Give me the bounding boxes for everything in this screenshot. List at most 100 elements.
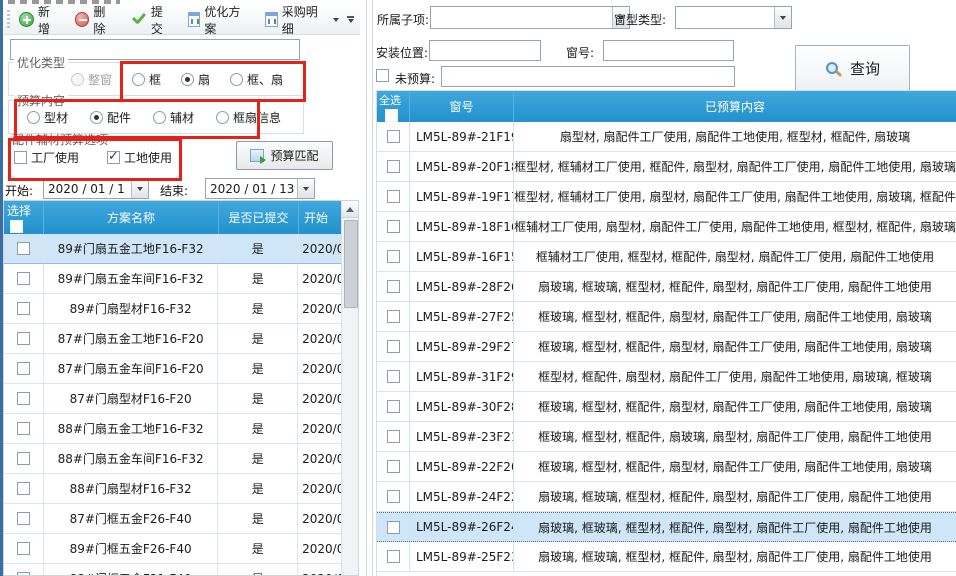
row-select-cell[interactable] [4,474,44,503]
no-budget-input[interactable] [441,66,735,87]
row-select-cell[interactable] [377,122,410,151]
table-row[interactable]: LM5L-89#-30F28框玻璃, 框型材, 框配件, 扇型材, 扇配件工厂使… [377,392,956,422]
plan-table-scrollbar[interactable] [341,201,358,575]
checkbox-icon[interactable] [17,362,30,375]
table-row[interactable]: LM5L-89#-26F24扇玻璃, 框玻璃, 框型材, 框配件, 扇型材, 扇… [377,512,956,542]
row-select-cell[interactable] [377,542,410,571]
checkbox-icon[interactable] [387,310,400,323]
row-select-cell[interactable] [4,444,44,473]
table-row[interactable]: LM5L-89#-24F22扇玻璃, 框玻璃, 框型材, 框配件, 扇型材, 扇… [377,482,956,512]
table-row[interactable]: 89#门扇型材F16-F32是2020/0 [4,294,341,324]
row-select-cell[interactable] [377,152,410,181]
radio-icon[interactable] [132,73,145,86]
radio-icon[interactable] [71,73,84,86]
plan-header-select[interactable]: 选择 [4,201,44,234]
table-row[interactable]: 89#门扇五金工地F16-F32是2020/0 [4,234,341,264]
row-select-cell[interactable] [377,482,410,511]
row-select-cell[interactable] [4,504,44,533]
table-row[interactable]: 87#门扇型材F16-F20是2020/0 [4,384,341,414]
row-select-cell[interactable] [377,422,410,451]
row-select-cell[interactable] [377,332,410,361]
no-budget-checkbox[interactable] [376,69,389,82]
table-row[interactable]: LM5L-89#-19F17框型材, 框辅材工厂使用, 扇型材, 扇配件工厂使用… [377,182,956,212]
checkbox-icon[interactable] [387,160,400,173]
table-row[interactable]: 87#门扇五金车间F16-F20是2020/0 [4,354,341,384]
date-start-dropdown-button[interactable] [131,179,148,198]
scrollbar-thumb[interactable] [344,220,358,308]
table-row[interactable]: LM5L-89#-25F23扇玻璃, 框玻璃, 框型材, 框配件, 扇型材, 扇… [377,542,956,572]
accessory-option-0[interactable]: 工厂使用 [14,149,79,166]
window-header-win-no[interactable]: 窗号 [410,91,514,122]
budget-content-option-3[interactable]: 框扇信息 [216,109,281,126]
optimize-type-option-1[interactable]: 框 [132,71,161,88]
table-row[interactable]: 88#门框五金F21-F40是2020/0 [4,564,341,575]
optimize-type-option-0[interactable]: 整窗 [71,71,112,88]
checkbox-icon[interactable] [17,332,30,345]
optimize-type-option-3[interactable]: 框、扇 [230,71,283,88]
checkbox-icon[interactable] [17,482,30,495]
row-select-cell[interactable] [4,384,44,413]
budget-content-option-2[interactable]: 辅材 [153,109,194,126]
radio-icon[interactable] [230,73,243,86]
table-row[interactable]: 89#门框五金F26-F40是2020/0 [4,534,341,564]
row-select-cell[interactable] [377,182,410,211]
checkbox-icon[interactable] [17,392,30,405]
table-row[interactable]: LM5L-89#-31F29框型材, 框配件, 扇型材, 扇配件工厂使用, 扇配… [377,362,956,392]
checkbox-icon[interactable] [387,130,400,143]
checkbox-icon[interactable] [17,302,30,315]
table-row[interactable]: 87#门框五金F26-F40是2020/0 [4,504,341,534]
plan-header-name[interactable]: 方案名称 [44,201,219,234]
table-row[interactable]: LM5L-89#-18F16框辅材工厂使用, 扇型材, 扇配件工厂使用, 扇配件… [377,212,956,242]
query-button[interactable]: 查询 [795,45,910,92]
select-all-checkbox[interactable] [10,220,23,233]
checkbox-icon[interactable] [387,460,400,473]
radio-icon[interactable] [181,73,194,86]
checkbox-icon[interactable] [17,452,30,465]
install-position-input[interactable] [429,40,541,61]
row-select-cell[interactable] [377,513,410,541]
table-row[interactable]: 87#门扇五金工地F16-F20是2020/0 [4,324,341,354]
select-all-checkbox[interactable] [385,109,398,122]
window-type-dropdown-button[interactable] [774,7,791,28]
radio-icon[interactable] [153,111,166,124]
toolbar-button-add[interactable]: 新增 [14,0,67,40]
optimize-type-option-2[interactable]: 扇 [181,71,210,88]
table-row[interactable]: LM5L-89#-23F21框玻璃, 框型材, 框配件, 扇玻璃, 扇型材, 扇… [377,422,956,452]
row-select-cell[interactable] [377,452,410,481]
row-select-cell[interactable] [377,362,410,391]
checkbox-icon[interactable] [387,340,400,353]
radio-icon[interactable] [90,111,103,124]
window-header-select-all[interactable]: 全选 [377,91,410,122]
table-row[interactable]: 88#门扇型材F16-F32是2020/0 [4,474,341,504]
row-select-cell[interactable] [4,414,44,443]
toolbar-button-delete[interactable]: 删除 [70,0,123,40]
row-select-cell[interactable] [4,234,44,263]
budget-content-option-1[interactable]: 配件 [90,109,131,126]
row-select-cell[interactable] [4,324,44,353]
window-type-combo[interactable] [675,6,792,29]
plan-header-start[interactable]: 开始 [299,201,342,234]
table-row[interactable]: 88#门扇五金工地F16-F32是2020/0 [4,414,341,444]
checkbox-icon[interactable] [387,550,400,563]
date-start-picker[interactable]: 2020 / 01 / 1 [43,178,149,199]
row-select-cell[interactable] [4,354,44,383]
checkbox-icon[interactable] [17,542,30,555]
table-row[interactable]: LM5L-89#-22F20框玻璃, 框型材, 框配件, 扇型材, 扇配件工厂使… [377,452,956,482]
toolbar-button-purchase-detail[interactable]: 采购明细 [260,0,344,40]
row-select-cell[interactable] [377,212,410,241]
table-row[interactable]: 89#门扇五金车间F16-F32是2020/0 [4,264,341,294]
table-row[interactable]: LM5L-89#-16F15框辅材工厂使用, 框型材, 框配件, 扇型材, 扇配… [377,242,956,272]
date-end-picker[interactable]: 2020 / 01 / 13 [205,178,315,199]
checkbox-icon[interactable] [17,272,30,285]
toolbar-overflow-button[interactable] [344,14,357,25]
checkbox-icon[interactable] [14,151,27,164]
checkbox-icon[interactable] [17,512,30,525]
checkbox-icon[interactable] [387,220,400,233]
table-row[interactable]: LM5L-89#-28F26扇玻璃, 框玻璃, 框型材, 框配件, 扇型材, 扇… [377,272,956,302]
checkbox-icon[interactable] [17,242,30,255]
checkbox-icon[interactable] [387,521,400,534]
panel-splitter[interactable] [372,0,373,576]
checkbox-icon[interactable] [17,572,30,575]
checkbox-icon[interactable] [387,490,400,503]
scroll-up-icon[interactable] [342,201,358,218]
